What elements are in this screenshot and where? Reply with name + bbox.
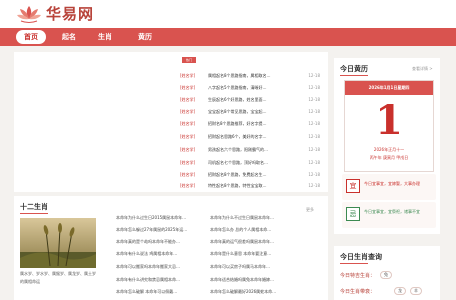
news-row[interactable]: [姓名学] 生辰起名6个好思路，姓名里面… 12-18 (180, 96, 320, 104)
zodiac-link[interactable]: 本命年适合结婚吗属兔本命年婚嫁… (210, 276, 300, 284)
news-category[interactable]: [姓名学] (180, 159, 195, 167)
yi-text: 今日宜事宜，宜嫁娶，大事办理 (364, 181, 420, 186)
almanac-title: 今日黄历 (340, 65, 368, 73)
news-row[interactable]: [姓名学] 招财名8个思路推荐，好名字提… 12-18 (180, 120, 320, 128)
ji-text: 今日宜事宜，宜祭祀，诸事不宜 (364, 209, 420, 214)
news-title[interactable]: 男孩起名六个思路，阳刚霸气的… (208, 146, 292, 154)
zodiac-link[interactable]: 本命年可以搬家吗本命年搬家大忌… (116, 263, 206, 271)
nav-item-naming[interactable]: 起名 (56, 30, 82, 44)
yi-badge: 宜 (346, 179, 360, 193)
news-row[interactable]: [姓名学] 八字起名5个思路指南，清晰好… 12-18 (180, 84, 320, 92)
zodiac-link[interactable]: 本命年怎么破解最好2026属蛇本命… (210, 288, 300, 296)
main-nav: 首页 起名 生肖 黄历 (0, 28, 456, 46)
news-category[interactable]: [姓名学] (180, 182, 195, 190)
news-row[interactable]: [姓名学] 特性起名8个思路，特性宝宝取… 12-18 (180, 182, 320, 190)
news-time: 12-18 (308, 172, 320, 177)
zodiac-section-title: 十二生肖 (20, 203, 48, 211)
zodiac-photo[interactable] (20, 218, 96, 268)
zodiac-query-title: 今日生肖查询 (340, 253, 382, 261)
news-category[interactable]: [姓名学] (180, 72, 195, 80)
nav-item-home[interactable]: 首页 (16, 30, 46, 44)
zodiac-photo-caption[interactable]: 属水岁、岁水岁、属猴岁、属龙岁、属土岁的属相命运 (20, 270, 98, 286)
news-title[interactable]: 宝宝起名8个常见思路，宝宝起… (208, 108, 292, 116)
news-row[interactable]: [姓名学] 宝宝起名8个常见思路，宝宝起… 12-18 (180, 108, 320, 116)
zodiac-link[interactable]: 本命年有什么讲究和禁忌属相本命… (116, 276, 206, 284)
hot-tag: 热门 (182, 57, 196, 63)
nav-item-zodiac[interactable]: 生肖 (92, 30, 118, 44)
news-title[interactable]: 八字起名5个思路指南，清晰好… (208, 84, 292, 92)
zodiac-link[interactable]: 本命年可以买房子吗属马本命年… (210, 263, 300, 271)
ji-box[interactable]: 忌 今日宜事宜，宜祭祀，诸事不宜 (342, 202, 436, 228)
zodiac-link[interactable]: 本命年为什么过生日2015属鼠本命年… (116, 214, 206, 222)
news-title[interactable]: 属相起名8个思路指南，属相取名… (208, 72, 292, 80)
news-time: 12-18 (308, 121, 320, 126)
news-title[interactable]: 招财起名8个思路，免费起名生… (208, 171, 292, 179)
news-time: 12-18 (308, 97, 320, 102)
lotus-logo-icon[interactable] (16, 4, 42, 24)
calendar-date-header: 2026年1月1日星期四 (345, 81, 433, 95)
zodiac-link[interactable]: 本命年怎么办 总的个人属相本命… (210, 226, 300, 234)
unlucky-zodiac-label: 今日生肖带衰： (340, 289, 376, 295)
news-row[interactable]: [姓名学] 招财起名8个思路，免费起名生… 12-18 (180, 171, 320, 179)
yi-box[interactable]: 宜 今日宜事宜，宜嫁娶，大事办理 (342, 174, 436, 200)
news-title[interactable]: 司机起名七个思路，顶好吗取名… (208, 159, 292, 167)
lucky-zodiac-label: 今日特吉生肖： (340, 273, 376, 279)
news-title[interactable]: 招财名8个思路推荐，好名字提… (208, 120, 292, 128)
unlucky-zodiac-chip[interactable]: 龙 (394, 287, 406, 295)
zodiac-link[interactable]: 本命年是什么意思 本命年要注意… (210, 250, 300, 258)
calendar-card[interactable]: 2026年1月1日星期四 1 2026年正月十一 丙午年 庚寅月 甲戌日 (344, 80, 434, 172)
top-bar: 华易网 (0, 0, 456, 28)
site-name[interactable]: 华易网 (46, 4, 94, 24)
section-underline (340, 263, 368, 264)
zodiac-link[interactable]: 本命年真的是个劫吗本命年不能办… (116, 238, 206, 246)
news-row[interactable]: [姓名学] 招财起名思路6个，美好的名字… 12-18 (180, 133, 320, 141)
news-category[interactable]: [姓名学] (180, 133, 195, 141)
zodiac-link[interactable]: 本命年为什么不过生日属鼠本命年… (210, 214, 300, 222)
news-time: 12-18 (308, 73, 320, 78)
news-row[interactable]: [姓名学] 属相起名8个思路指南，属相取名… 12-18 (180, 72, 320, 80)
zodiac-link[interactable]: 本命年有什么说法 鸡属相本命年… (116, 250, 206, 258)
feature-area (20, 58, 180, 186)
news-time: 12-18 (308, 109, 320, 114)
news-title[interactable]: 特性起名8个思路，特性宝宝取… (208, 182, 292, 190)
news-category[interactable]: [姓名学] (180, 84, 195, 92)
ji-badge: 忌 (346, 207, 360, 221)
news-category[interactable]: [姓名学] (180, 171, 195, 179)
zodiac-more-link[interactable]: 更多 (306, 207, 314, 213)
section-underline (340, 75, 368, 76)
nav-item-almanac[interactable]: 黄历 (130, 30, 160, 44)
news-row[interactable]: [姓名学] 司机起名七个思路，顶好吗取名… 12-18 (180, 159, 320, 167)
news-row[interactable]: [姓名学] 男孩起名六个思路，阳刚霸气的… 12-18 (180, 146, 320, 154)
news-title[interactable]: 招财起名思路6个，美好的名字… (208, 133, 292, 141)
almanac-more-link[interactable]: 查看详情 > (412, 66, 433, 72)
unlucky-zodiac-chip[interactable]: 羊 (410, 287, 422, 295)
zodiac-link[interactable]: 本命年真的运气很差吗属鼠本命年… (210, 238, 300, 246)
news-category[interactable]: [姓名学] (180, 108, 195, 116)
news-time: 12-18 (308, 183, 320, 188)
news-category[interactable]: [姓名学] (180, 146, 195, 154)
news-title[interactable]: 生辰起名6个好思路，姓名里面… (208, 96, 292, 104)
zodiac-link[interactable]: 本命年怎么破解 本命年可以佩戴… (116, 288, 206, 296)
news-time: 12-18 (308, 147, 320, 152)
calendar-ganzhi: 丙午年 庚寅月 甲戌日 (369, 155, 409, 160)
news-category[interactable]: [姓名学] (180, 120, 195, 128)
zodiac-link[interactable]: 本命年怎么躲过27年属鼠的2025年运… (116, 226, 206, 234)
calendar-lunar-date: 2026年正月十一 (373, 147, 405, 152)
calendar-day-number: 1 (375, 97, 403, 144)
lucky-zodiac-chip[interactable]: 兔 (380, 271, 392, 279)
news-time: 12-18 (308, 160, 320, 165)
news-time: 12-18 (308, 85, 320, 90)
news-time: 12-18 (308, 134, 320, 139)
section-underline (20, 213, 48, 214)
news-category[interactable]: [姓名学] (180, 96, 195, 104)
